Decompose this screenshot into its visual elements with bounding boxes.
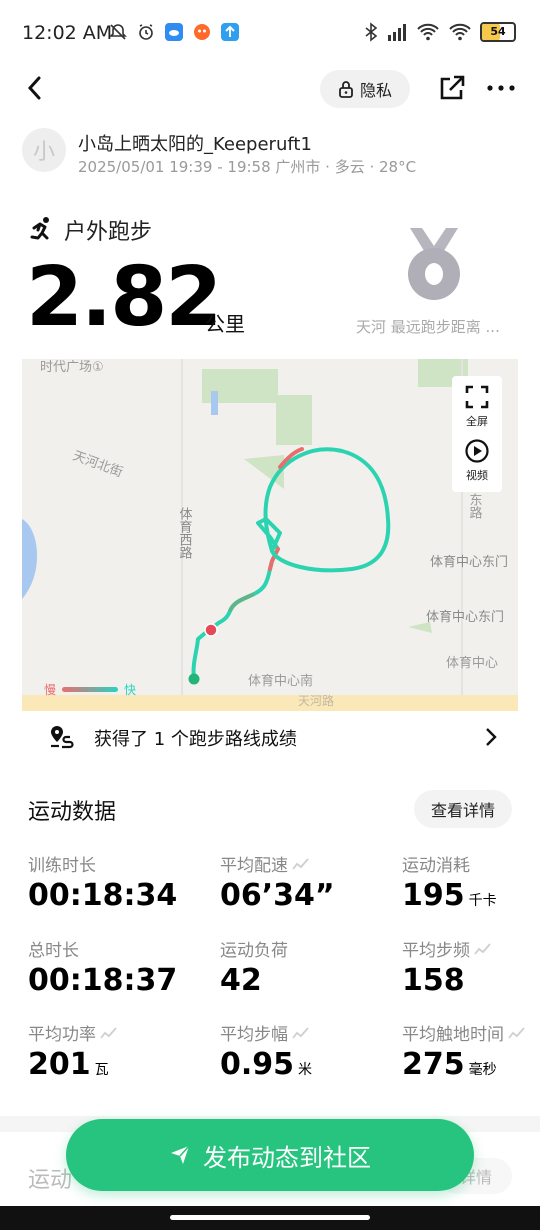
legend-slow-label: 慢 <box>44 683 57 697</box>
achievement-text: 获得了 1 个跑步路线成绩 <box>94 729 297 750</box>
stat-value: 42 <box>220 963 262 998</box>
map-controls: 全屏 视频 <box>452 376 502 492</box>
privacy-button[interactable]: 隐私 <box>320 70 410 108</box>
fullscreen-button[interactable]: 全屏 <box>452 384 502 429</box>
trend-icon <box>474 942 491 955</box>
stat-training-load: 运动负荷 42 <box>220 936 288 998</box>
speed-legend: 慢 快 <box>44 681 136 698</box>
stat-value: 158 <box>402 963 465 998</box>
stat-value: 00:18:37 <box>28 963 178 998</box>
upload-app-icon <box>220 22 240 42</box>
user-name[interactable]: 小岛上晒太阳的_Keeperuft1 <box>78 130 312 156</box>
send-icon <box>171 1145 190 1164</box>
trend-icon <box>292 857 309 870</box>
medal-icon[interactable] <box>404 226 464 302</box>
play-icon <box>465 439 489 463</box>
legend-fast-label: 快 <box>124 683 137 697</box>
taobao-app-icon <box>192 22 212 42</box>
map-label: 体育中心 <box>446 655 498 671</box>
battery-icon: 54 <box>480 22 516 42</box>
stat-value: 0.95 米 <box>220 1047 313 1082</box>
map-label: 体育西路 <box>177 507 193 559</box>
route-achievement-row[interactable]: 获得了 1 个跑步路线成绩 <box>22 711 518 763</box>
map-label: 体育中心东门 <box>430 554 508 570</box>
stat-total-time: 总时长 00:18:37 <box>28 936 177 998</box>
privacy-label: 隐私 <box>359 81 392 100</box>
map-label: 体育中心南 <box>248 673 313 689</box>
stat-value: 195 千卡 <box>402 878 497 913</box>
stat-value: 00:18:34 <box>28 878 178 913</box>
stat-label: 运动消耗 <box>402 856 470 876</box>
publish-button[interactable]: 发布动态到社区 <box>66 1119 474 1191</box>
stat-label: 运动负荷 <box>220 941 288 961</box>
map-label: 时代广场① <box>40 360 104 375</box>
stat-label: 平均配速 <box>220 856 288 876</box>
distance-value: 2.82 <box>26 250 222 345</box>
stat-cadence[interactable]: 平均步频 158 <box>402 936 492 998</box>
mute-bell-icon <box>108 22 128 42</box>
stat-value: 06’34” <box>220 878 335 913</box>
end-marker <box>204 623 218 637</box>
video-label: 视频 <box>466 469 488 482</box>
speed-gradient-bar <box>62 687 119 692</box>
trend-icon <box>292 1026 309 1039</box>
status-bar: 12:02 AM 54 <box>0 0 540 64</box>
stat-label: 平均触地时间 <box>402 1025 504 1045</box>
trend-icon <box>100 1026 117 1039</box>
stat-label: 平均功率 <box>28 1025 96 1045</box>
stat-calories: 运动消耗 195 千卡 <box>402 851 497 913</box>
stat-stride[interactable]: 平均步幅 0.95 米 <box>220 1020 312 1082</box>
stat-value: 275 毫秒 <box>402 1047 497 1082</box>
home-indicator[interactable] <box>170 1215 370 1220</box>
wifi-icon <box>417 23 439 41</box>
running-icon <box>30 217 49 240</box>
map-label: 天河路 <box>298 693 334 708</box>
stat-avg-pace[interactable]: 平均配速 06’34” <box>220 851 335 913</box>
stat-avg-power[interactable]: 平均功率 201 瓦 <box>28 1020 118 1082</box>
share-icon[interactable] <box>438 74 466 102</box>
signal-icon <box>388 24 406 41</box>
stat-label: 总时长 <box>28 941 79 961</box>
more-icon[interactable] <box>486 74 516 102</box>
map-label: 东路 <box>467 493 483 519</box>
publish-label: 发布动态到社区 <box>203 1143 371 1172</box>
alarm-icon <box>136 22 156 42</box>
sport-type: 户外跑步 <box>28 214 152 246</box>
status-time: 12:02 AM <box>22 22 113 44</box>
stat-value: 201 瓦 <box>28 1047 109 1082</box>
back-arrow-icon[interactable] <box>22 74 50 102</box>
map-canvas: 时代广场① 天河北街 体育西路 体育中心东门 体育中心东门 体育中心 体育中心南… <box>22 359 518 711</box>
stat-label: 平均步幅 <box>220 1025 288 1045</box>
stat-label: 训练时长 <box>28 856 96 876</box>
cloud-app-icon <box>164 22 184 42</box>
bluetooth-icon <box>365 22 378 42</box>
medal-text[interactable]: 天河 最远跑步距离 ... <box>356 316 500 337</box>
stat-training-time: 训练时长 00:18:34 <box>28 851 177 913</box>
view-details-button[interactable]: 查看详情 <box>414 790 512 828</box>
stat-label: 平均步频 <box>402 941 470 961</box>
activity-meta: 2025/05/01 19:39 - 19:58 广州市 · 多云 · 28°C <box>78 158 417 176</box>
wifi-2-icon <box>449 23 471 41</box>
avatar[interactable]: 小 <box>22 128 66 172</box>
sport-type-label: 户外跑步 <box>64 220 153 245</box>
section-title: 运动数据 <box>28 800 117 825</box>
fullscreen-icon <box>465 385 489 409</box>
fullscreen-label: 全屏 <box>466 415 488 428</box>
map-label: 体育中心东门 <box>426 609 504 625</box>
start-marker <box>188 673 200 685</box>
route-map[interactable]: 时代广场① 天河北街 体育西路 体育中心东门 体育中心东门 体育中心 体育中心南… <box>22 359 518 711</box>
chevron-right-icon <box>486 728 497 746</box>
section-2-title: 运动 <box>28 1168 73 1193</box>
video-button[interactable]: 视频 <box>452 438 502 483</box>
stat-ground-contact[interactable]: 平均触地时间 275 毫秒 <box>402 1020 526 1082</box>
distance-unit: 公里 <box>205 312 245 336</box>
trend-icon <box>508 1026 525 1039</box>
route-pin-icon <box>51 726 74 749</box>
lock-icon <box>339 81 353 98</box>
